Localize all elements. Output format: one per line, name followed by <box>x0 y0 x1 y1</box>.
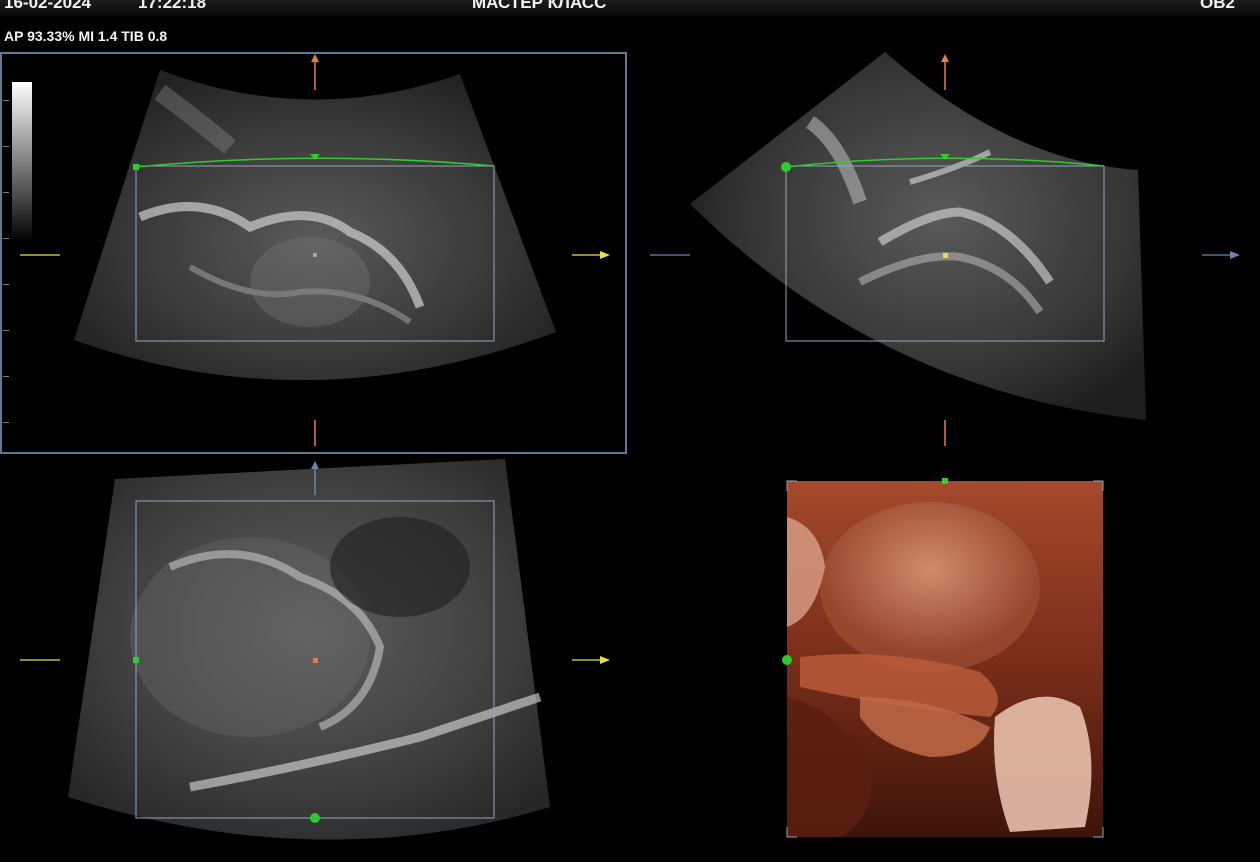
quadrant-c[interactable] <box>0 457 630 862</box>
depth-scale <box>3 100 9 430</box>
render-handle[interactable] <box>942 478 948 484</box>
orange-up-arrow-icon[interactable] <box>941 54 949 62</box>
center-point[interactable] <box>313 658 318 663</box>
center-point[interactable] <box>943 253 948 258</box>
green-dot-icon[interactable] <box>781 162 791 172</box>
blue-up-arrow-icon[interactable] <box>311 461 319 469</box>
plane-b-image[interactable] <box>630 52 1260 457</box>
hand-surface <box>994 696 1092 832</box>
green-dot-icon[interactable] <box>310 813 320 823</box>
date-label: 16-02-2024 <box>4 0 91 12</box>
yellow-right-arrow-icon[interactable] <box>600 656 610 664</box>
active-quadrant-border <box>0 52 627 454</box>
acoustic-info: AP 93.33% MI 1.4 TIB 0.8 <box>4 28 168 44</box>
status-bar: 16-02-2024 17:22:18 МАСТЕР КЛАСС OB2 <box>0 0 1260 16</box>
green-dot-icon[interactable] <box>782 655 792 665</box>
plane-c-image[interactable] <box>0 457 630 862</box>
quadrant-d[interactable] <box>630 457 1260 862</box>
render-handle[interactable] <box>133 657 139 663</box>
time-label: 17:22:18 <box>138 0 207 12</box>
quadrant-b[interactable] <box>630 52 1260 457</box>
title-label: МАСТЕР КЛАСС <box>472 0 607 12</box>
sector-scan <box>690 52 1146 420</box>
3d-render-image[interactable] <box>630 457 1260 862</box>
grayscale-bar <box>12 82 32 242</box>
blue-right-arrow-icon[interactable] <box>1230 251 1240 259</box>
preset-label[interactable]: OB2 <box>1200 0 1235 13</box>
face-surface <box>820 502 1040 672</box>
